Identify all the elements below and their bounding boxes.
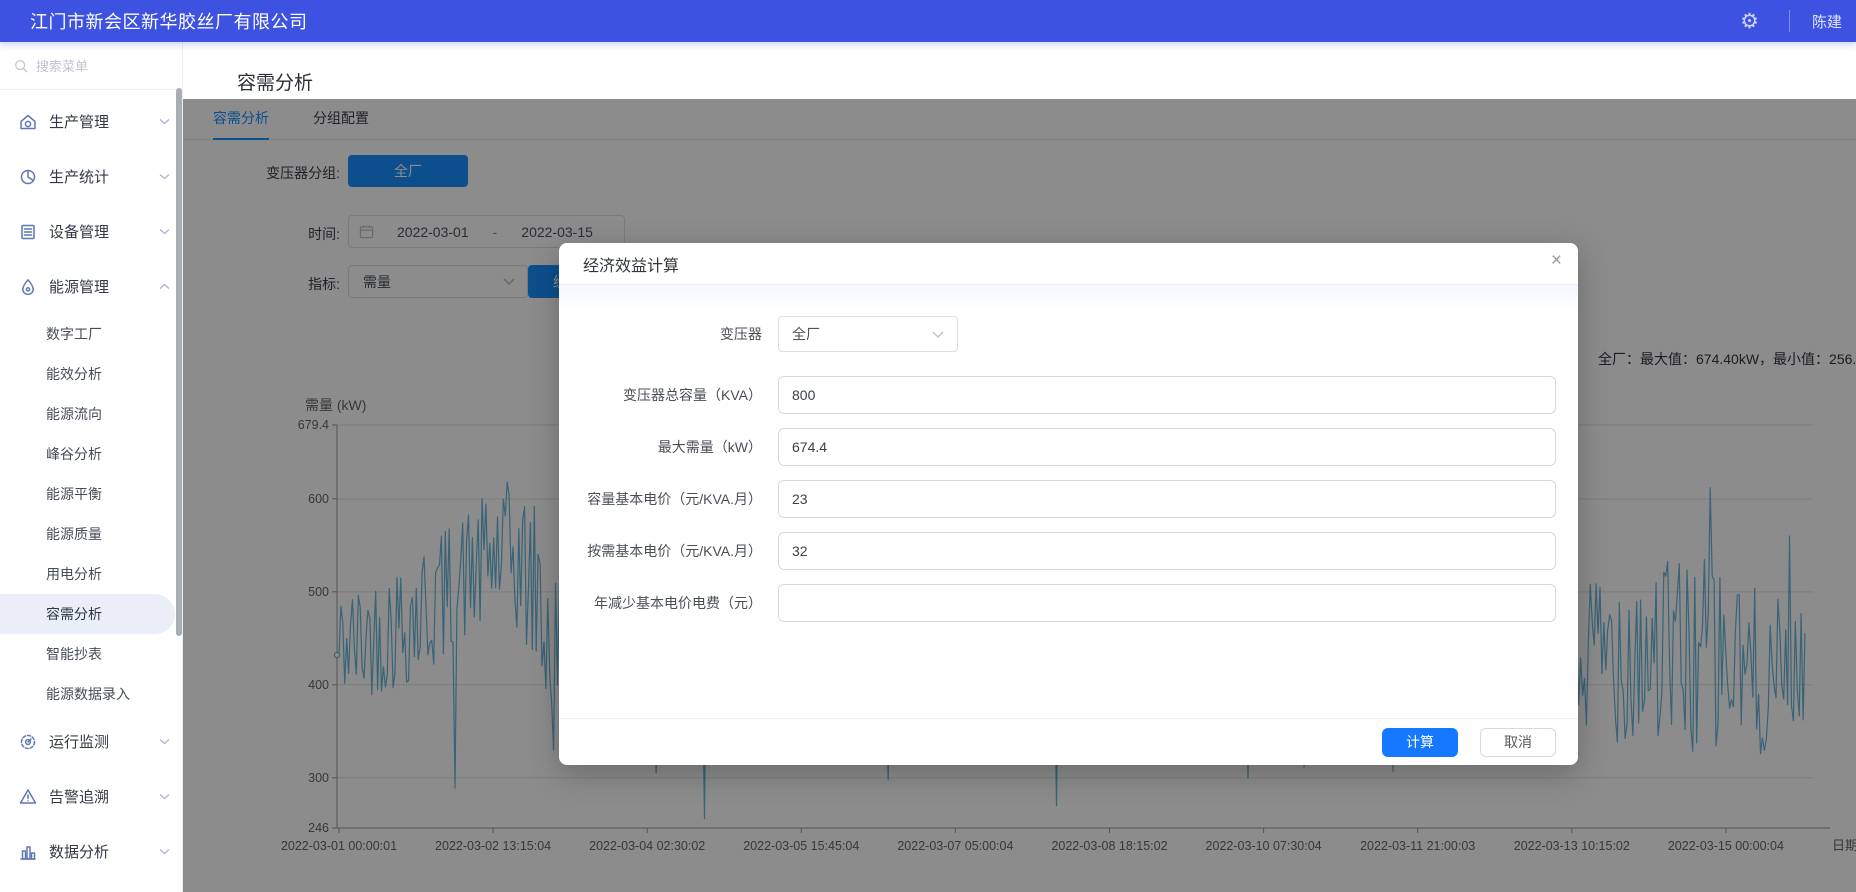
header-divider — [1789, 10, 1790, 32]
sidebar-item-峰谷分析[interactable]: 峰谷分析 — [0, 434, 182, 474]
sidebar-group-设备管理[interactable]: 设备管理 — [0, 204, 182, 259]
menu-search-input[interactable]: 搜索菜单 — [0, 42, 182, 90]
sidebar-group-生产管理[interactable]: 生产管理 — [0, 94, 182, 149]
chevron-down-icon — [159, 738, 170, 745]
sidebar-group-运行监测[interactable]: 运行监测 — [0, 714, 182, 769]
sidebar-item-能源流向[interactable]: 能源流向 — [0, 394, 182, 434]
monitor-icon — [18, 732, 38, 752]
chevron-down-icon — [159, 228, 170, 235]
transformer-select[interactable]: 全厂 — [778, 316, 958, 352]
close-icon[interactable]: × — [1551, 251, 1562, 270]
form-row: 按需基本电价（元/KVA.月） 32 — [559, 532, 1578, 570]
sidebar-group-生产统计[interactable]: 生产统计 — [0, 149, 182, 204]
modal-body: 变压器全厂 变压器总容量（KVA） 800 最大需量（kW） 674.4 容量基本电价（… — [559, 285, 1578, 622]
page-title-bar: 容需分析 — [183, 42, 1856, 99]
home-icon — [18, 112, 38, 132]
cancel-button[interactable]: 取消 — [1480, 728, 1556, 757]
sidebar-group-数据分析[interactable]: 数据分析 — [0, 824, 182, 879]
form-row: 容量基本电价（元/KVA.月） 23 — [559, 480, 1578, 518]
form-row: 变压器总容量（KVA） 800 — [559, 376, 1578, 414]
sidebar-group-能源管理[interactable]: 能源管理 — [0, 259, 182, 314]
calculate-button[interactable]: 计算 — [1382, 728, 1458, 757]
field-label: 年减少基本电价电费（元） — [559, 593, 762, 613]
analysis-icon — [18, 842, 38, 862]
input-按需基本电价（元/KVA.月）[interactable]: 32 — [778, 532, 1556, 570]
sidebar-item-容需分析[interactable]: 容需分析 — [0, 594, 175, 634]
field-label: 变压器 — [559, 324, 762, 344]
sidebar-item-智能抄表[interactable]: 智能抄表 — [0, 634, 182, 674]
modal-title: 经济效益计算 — [583, 252, 679, 276]
sidebar-group-告警追溯[interactable]: 告警追溯 — [0, 769, 182, 824]
input-年减少基本电价电费（元）[interactable] — [778, 584, 1556, 622]
modal-header: 经济效益计算 × — [559, 243, 1578, 285]
sidebar-item-能源质量[interactable]: 能源质量 — [0, 514, 182, 554]
alarm-icon — [18, 787, 38, 807]
device-icon — [18, 222, 38, 242]
energy-icon — [18, 277, 38, 297]
settings-gear-icon[interactable]: ⚙ — [1740, 9, 1759, 34]
form-row: 最大需量（kW） 674.4 — [559, 428, 1578, 466]
input-变压器总容量（KVA）[interactable]: 800 — [778, 376, 1556, 414]
sidebar-item-用电分析[interactable]: 用电分析 — [0, 554, 182, 594]
form-row: 变压器全厂 — [559, 316, 1578, 352]
sidebar: 搜索菜单 生产管理 生产统计 设备管理 能源管理 数字工厂能效分析能源流向峰谷分… — [0, 42, 183, 892]
field-label: 变压器总容量（KVA） — [559, 385, 762, 405]
sidebar-item-能效分析[interactable]: 能效分析 — [0, 354, 182, 394]
sidebar-item-数字工厂[interactable]: 数字工厂 — [0, 314, 182, 354]
sidebar-item-能源数据录入[interactable]: 能源数据录入 — [0, 674, 182, 714]
search-placeholder: 搜索菜单 — [36, 56, 88, 75]
company-title: 江门市新会区新华胶丝厂有限公司 — [30, 8, 308, 34]
form-row: 年减少基本电价电费（元） — [559, 584, 1578, 622]
sidebar-scrollbar[interactable] — [176, 88, 182, 636]
chevron-down-icon — [932, 331, 944, 338]
chevron-down-icon — [159, 118, 170, 125]
modal-footer: 计算 取消 — [559, 718, 1578, 765]
chevron-up-icon — [159, 283, 170, 290]
app-header: 江门市新会区新华胶丝厂有限公司 ⚙ 陈建 — [0, 0, 1856, 42]
field-label: 按需基本电价（元/KVA.月） — [559, 541, 762, 561]
stats-icon — [18, 167, 38, 187]
current-user[interactable]: 陈建 — [1812, 11, 1842, 32]
sidebar-menu: 生产管理 生产统计 设备管理 能源管理 数字工厂能效分析能源流向峰谷分析能源平衡… — [0, 90, 182, 879]
field-label: 最大需量（kW） — [559, 437, 762, 457]
chevron-down-icon — [159, 793, 170, 800]
chevron-down-icon — [159, 848, 170, 855]
field-label: 容量基本电价（元/KVA.月） — [559, 489, 762, 509]
input-最大需量（kW）[interactable]: 674.4 — [778, 428, 1556, 466]
sidebar-item-能源平衡[interactable]: 能源平衡 — [0, 474, 182, 514]
chevron-down-icon — [159, 173, 170, 180]
economic-benefit-modal: 经济效益计算 × 变压器全厂 变压器总容量（KVA） 800 最大需量（kW） 674… — [559, 243, 1578, 765]
input-容量基本电价（元/KVA.月）[interactable]: 23 — [778, 480, 1556, 518]
page-title: 容需分析 — [237, 68, 313, 95]
search-icon — [13, 58, 29, 74]
